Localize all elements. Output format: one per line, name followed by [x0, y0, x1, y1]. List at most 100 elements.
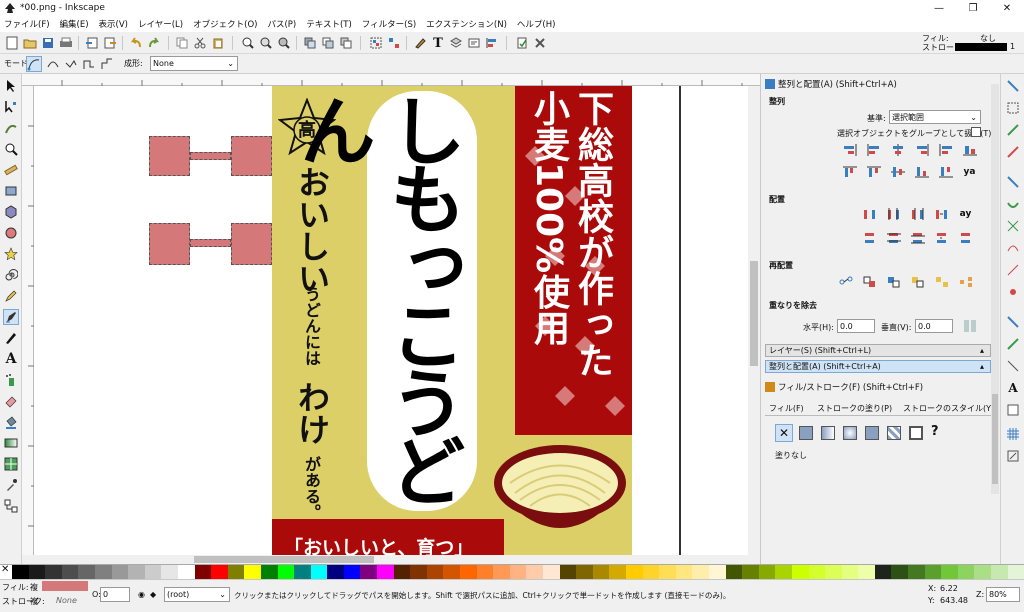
- measure-tool-icon[interactable]: [3, 162, 19, 178]
- polyline-mode-icon[interactable]: [82, 57, 96, 71]
- close-icon[interactable]: ✕: [990, 0, 1024, 16]
- center-vertical-axis-icon[interactable]: [889, 142, 906, 157]
- maximize-icon[interactable]: ❐: [956, 0, 990, 16]
- graph-layout-icon[interactable]: [837, 274, 854, 289]
- snap-smooth-nodes-icon[interactable]: [1005, 240, 1021, 256]
- distribute-gaps-v-icon[interactable]: [933, 230, 950, 245]
- fill-tab[interactable]: フィル(F): [769, 403, 804, 414]
- ungroup-icon[interactable]: [386, 35, 402, 51]
- spray-tool-icon[interactable]: [3, 372, 19, 388]
- exchange-z-order-icon[interactable]: [885, 274, 902, 289]
- zoom-selection-icon[interactable]: [240, 35, 256, 51]
- align-bottom-anchor-icon[interactable]: [841, 164, 858, 179]
- paste-icon[interactable]: [210, 35, 226, 51]
- vertical-scrollbar[interactable]: [748, 86, 760, 555]
- opacity-input[interactable]: 0: [100, 587, 130, 602]
- distribute-center-v-icon[interactable]: [885, 230, 902, 245]
- snap-centers-icon[interactable]: [1005, 284, 1021, 300]
- selected-path-1[interactable]: [149, 136, 272, 176]
- minimize-icon[interactable]: —: [922, 0, 956, 16]
- stroke-paint-tab[interactable]: ストロークの塗り(P): [817, 403, 892, 414]
- vertical-scroll-thumb[interactable]: [750, 261, 758, 366]
- exchange-positions-icon[interactable]: [861, 274, 878, 289]
- zoom-input[interactable]: 80%: [986, 587, 1020, 602]
- align-right-anchor-icon[interactable]: [937, 142, 954, 157]
- spiro-mode-icon[interactable]: [46, 57, 60, 71]
- dropper-tool-icon[interactable]: [3, 477, 19, 493]
- star-tool-icon[interactable]: [3, 246, 19, 262]
- zoom-drawing-icon[interactable]: [258, 35, 274, 51]
- bezier-mode-icon[interactable]: [26, 56, 42, 72]
- ellipse-tool-icon[interactable]: [3, 225, 19, 241]
- text-tool-icon[interactable]: A: [3, 351, 19, 367]
- radial-gradient-icon[interactable]: [843, 426, 857, 440]
- selected-path-2[interactable]: [149, 223, 272, 265]
- calligraphy-tool-icon[interactable]: [3, 330, 19, 346]
- xml-editor-icon[interactable]: [466, 35, 482, 51]
- swatch-icon[interactable]: [909, 426, 923, 440]
- layers-dialog-icon[interactable]: [448, 35, 464, 51]
- layer-visibility-icon[interactable]: ◉: [138, 590, 145, 599]
- linear-gradient-icon[interactable]: [821, 426, 835, 440]
- unclump-icon[interactable]: [957, 274, 974, 289]
- align-top-anchor-icon[interactable]: [937, 164, 954, 179]
- spiral-tool-icon[interactable]: [3, 267, 19, 283]
- print-icon[interactable]: [58, 35, 74, 51]
- snap-intersection-icon[interactable]: [1005, 218, 1021, 234]
- no-paint-icon[interactable]: ✕: [775, 424, 793, 442]
- snap-toggle-icon[interactable]: [1005, 78, 1021, 94]
- menu-filters[interactable]: フィルター(S): [362, 18, 416, 30]
- snap-bbox-corner-icon[interactable]: [1005, 144, 1021, 160]
- distribute-gaps-h-icon[interactable]: [933, 206, 950, 221]
- snap-guides-icon[interactable]: [1005, 448, 1021, 464]
- align-left-edges-icon[interactable]: [865, 142, 882, 157]
- poster[interactable]: 高 しもっこうどん おいしい うどんには わけ がある。 下総高校が作った 小麦…: [272, 86, 632, 555]
- redo-icon[interactable]: [146, 35, 162, 51]
- distribute-baseline-h-icon[interactable]: ay: [957, 206, 974, 221]
- snap-bbox-icon[interactable]: [1005, 100, 1021, 116]
- export-icon[interactable]: [102, 35, 118, 51]
- cut-icon[interactable]: [192, 35, 208, 51]
- gradient-tool-icon[interactable]: [3, 435, 19, 451]
- import-icon[interactable]: [84, 35, 100, 51]
- distribute-left-icon[interactable]: [861, 206, 878, 221]
- rectangle-tool-icon[interactable]: [3, 183, 19, 199]
- horizontal-ruler[interactable]: [22, 74, 760, 86]
- tweak-tool-icon[interactable]: [3, 120, 19, 136]
- snap-midpoints-icon[interactable]: [1005, 262, 1021, 278]
- undo-icon[interactable]: [128, 35, 144, 51]
- mesh-tool-icon[interactable]: [3, 456, 19, 472]
- flat-color-icon[interactable]: [799, 426, 813, 440]
- selector-tool-icon[interactable]: [3, 78, 19, 94]
- menu-file[interactable]: ファイル(F): [4, 18, 50, 30]
- snap-nodes-icon[interactable]: [1005, 174, 1021, 190]
- align-baseline-text-icon[interactable]: ya: [961, 164, 978, 179]
- h-gap-input[interactable]: 0.0: [837, 319, 875, 333]
- align-text-baseline-icon[interactable]: [961, 142, 978, 157]
- menu-layer[interactable]: レイヤー(L): [138, 18, 183, 30]
- center-horizontal-axis-icon[interactable]: [889, 164, 906, 179]
- distribute-right-icon[interactable]: [909, 206, 926, 221]
- clone-icon[interactable]: [320, 35, 336, 51]
- menu-extensions[interactable]: エクステンション(N): [426, 18, 507, 30]
- v-gap-input[interactable]: 0.0: [915, 319, 953, 333]
- pen-tool-icon[interactable]: [3, 309, 19, 325]
- snap-grid-icon[interactable]: [1005, 426, 1021, 442]
- layer-select[interactable]: (root) ⌄: [164, 587, 230, 602]
- color-palette[interactable]: ✕: [0, 564, 1024, 579]
- snap-text-baseline-icon[interactable]: [1005, 336, 1021, 352]
- drawing-canvas[interactable]: 高 しもっこうどん おいしい うどんには わけ がある。 下総高校が作った 小麦…: [34, 86, 748, 555]
- distribute-baseline-v-icon[interactable]: [957, 230, 974, 245]
- snap-rotation-center-icon[interactable]: [1005, 314, 1021, 330]
- paraxial-mode-icon[interactable]: [100, 57, 114, 71]
- snap-others-icon[interactable]: [1005, 402, 1021, 418]
- relative-to-select[interactable]: 選択範囲 ⌄: [889, 110, 981, 124]
- zoom-tool-icon[interactable]: [3, 141, 19, 157]
- align-top-edges-icon[interactable]: [865, 164, 882, 179]
- text-dialog-icon[interactable]: T: [430, 35, 446, 51]
- unlink-clone-icon[interactable]: [338, 35, 354, 51]
- new-document-icon[interactable]: [4, 35, 20, 51]
- randomize-positions-icon[interactable]: [933, 274, 950, 289]
- shape-select[interactable]: None ⌄: [150, 56, 238, 71]
- duplicate-icon[interactable]: [302, 35, 318, 51]
